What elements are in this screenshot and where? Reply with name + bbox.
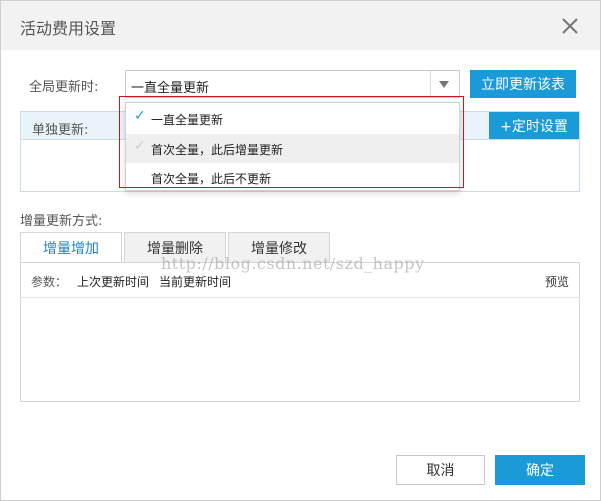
timer-settings-button[interactable]: +定时设置: [489, 112, 579, 139]
dropdown-option[interactable]: 首次全量，此后不更新: [126, 163, 459, 192]
incremental-panel: 参数： 上次更新时间 当前更新时间 预览: [20, 262, 580, 402]
dropdown-option[interactable]: ✓ 一直全量更新: [126, 104, 459, 133]
global-update-label: 全局更新时:: [29, 80, 99, 95]
ok-button[interactable]: 确定: [495, 455, 585, 485]
param-current-update-time[interactable]: 当前更新时间: [159, 273, 231, 290]
activity-cost-settings-dialog: 活动费用设置 全局更新时: 一直全量更新 立即更新该表 单独更新: +定时设置 …: [0, 0, 601, 501]
incremental-update-label: 增量更新方式:: [20, 214, 103, 229]
single-update-label: 单独更新:: [32, 123, 89, 138]
triangle-down-icon[interactable]: [439, 81, 449, 88]
select-divider: [430, 71, 431, 97]
dropdown-option[interactable]: ✓ 首次全量，此后增量更新: [126, 134, 459, 163]
global-update-selected-value: 一直全量更新: [131, 81, 210, 96]
dropdown-option-label: 一直全量更新: [151, 113, 224, 127]
checkmark-icon: ✓: [134, 108, 146, 124]
update-now-button[interactable]: 立即更新该表: [470, 70, 576, 98]
cancel-button[interactable]: 取消: [396, 455, 485, 485]
checkmark-icon: ✓: [134, 138, 146, 154]
close-icon[interactable]: [557, 13, 583, 39]
tab-incremental-add[interactable]: 增量增加: [20, 232, 122, 263]
global-update-select[interactable]: 一直全量更新: [125, 70, 460, 98]
preview-link[interactable]: 预览: [545, 273, 569, 290]
dialog-title: 活动费用设置: [20, 19, 117, 38]
dropdown-option-label: 首次全量，此后增量更新: [151, 143, 284, 157]
dropdown-option-label: 首次全量，此后不更新: [151, 172, 272, 186]
dialog-header: 活动费用设置: [1, 1, 600, 50]
params-label: 参数：: [31, 275, 68, 289]
update-mode-dropdown: ✓ 一直全量更新 ✓ 首次全量，此后增量更新 首次全量，此后不更新: [125, 102, 460, 191]
watermark-text: http://blog.csdn.net/szd_happy: [161, 254, 425, 273]
param-last-update-time[interactable]: 上次更新时间: [77, 273, 149, 290]
